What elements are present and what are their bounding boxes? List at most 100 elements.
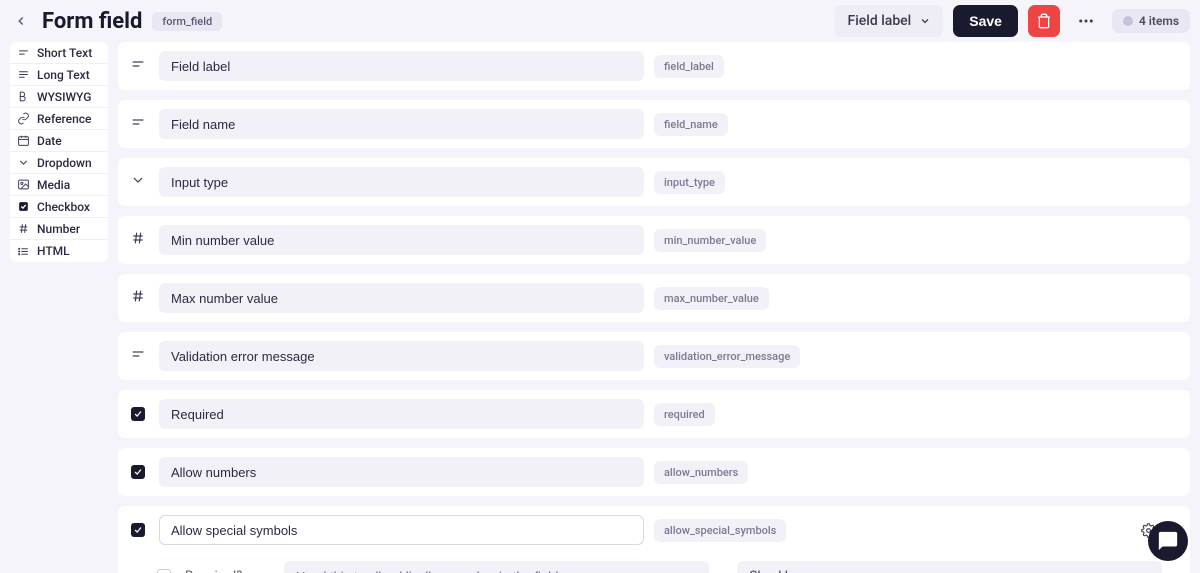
back-button[interactable] — [10, 10, 32, 32]
list-icon — [16, 244, 30, 258]
short-text-icon — [130, 346, 146, 366]
field-slug-tag: min_number_value — [654, 229, 766, 252]
drag-handle[interactable] — [127, 114, 149, 134]
checkbox-icon — [16, 200, 30, 214]
field-slug-tag: field_label — [654, 55, 724, 78]
drag-handle[interactable] — [127, 230, 149, 250]
field-type-select[interactable]: Checkbox — [737, 561, 1162, 573]
fields-list: field_label field_name input_type min_nu… — [118, 42, 1190, 573]
sidebar-item-number[interactable]: Number — [10, 218, 108, 240]
trash-icon — [1036, 13, 1052, 29]
short-text-icon — [16, 46, 30, 60]
field-label-input[interactable] — [159, 283, 644, 313]
items-count-badge[interactable]: 4 items — [1112, 9, 1190, 33]
sidebar-item-label: Long Text — [37, 68, 90, 82]
chat-widget[interactable] — [1148, 521, 1188, 561]
chat-icon — [1157, 530, 1179, 552]
sidebar-item-checkbox[interactable]: Checkbox — [10, 196, 108, 218]
field-card: allow_special_symbols Required? Checkbox — [118, 506, 1190, 573]
field-type-sidebar: Short Text Long Text WYSIWYG Reference D… — [10, 42, 108, 262]
field-label-input[interactable] — [159, 109, 644, 139]
drag-handle[interactable] — [127, 56, 149, 76]
drag-handle[interactable] — [127, 462, 149, 482]
items-count-text: 4 items — [1139, 14, 1179, 28]
drag-handle[interactable] — [127, 520, 149, 540]
model-slug-tag: form_field — [152, 12, 222, 31]
dots-horizontal-icon — [1077, 12, 1095, 30]
field-slug-tag: field_name — [654, 113, 728, 136]
sidebar-item-wysiwyg[interactable]: WYSIWYG — [10, 86, 108, 108]
chevron-down-icon — [130, 172, 146, 192]
checkbox-icon — [131, 465, 145, 479]
field-card: field_label — [118, 42, 1190, 90]
field-card: required — [118, 390, 1190, 438]
sidebar-item-label: HTML — [37, 244, 70, 258]
field-label-input[interactable] — [159, 457, 644, 487]
field-card: validation_error_message — [118, 332, 1190, 380]
sort-dropdown[interactable]: Field label — [835, 5, 943, 37]
sidebar-item-label: Number — [37, 222, 80, 236]
link-icon — [16, 112, 30, 126]
sidebar-item-date[interactable]: Date — [10, 130, 108, 152]
field-slug-tag: allow_numbers — [654, 461, 748, 484]
drag-handle[interactable] — [127, 172, 149, 192]
field-card: min_number_value — [118, 216, 1190, 264]
sidebar-item-label: Checkbox — [37, 200, 90, 214]
checkbox-icon — [131, 523, 145, 537]
sidebar-item-long-text[interactable]: Long Text — [10, 64, 108, 86]
required-label: Required? — [185, 569, 270, 573]
short-text-icon — [130, 114, 146, 134]
sidebar-item-label: Short Text — [37, 46, 92, 60]
sidebar-item-dropdown[interactable]: Dropdown — [10, 152, 108, 174]
header: Form field form_field Field label Save 4… — [0, 0, 1200, 42]
required-checkbox[interactable] — [157, 569, 171, 573]
calendar-icon — [16, 134, 30, 148]
sidebar-item-reference[interactable]: Reference — [10, 108, 108, 130]
chevron-down-icon — [16, 156, 30, 170]
field-card: input_type — [118, 158, 1190, 206]
status-dot-icon — [1123, 16, 1133, 26]
sidebar-item-short-text[interactable]: Short Text — [10, 42, 108, 64]
drag-handle[interactable] — [127, 404, 149, 424]
save-button[interactable]: Save — [953, 5, 1018, 37]
field-card: allow_numbers — [118, 448, 1190, 496]
field-label-input[interactable] — [159, 515, 644, 545]
chevron-down-icon — [919, 15, 931, 27]
sidebar-item-label: Reference — [37, 112, 91, 126]
field-slug-tag: max_number_value — [654, 287, 769, 310]
short-text-icon — [130, 56, 146, 76]
sidebar-item-label: Media — [37, 178, 70, 192]
checkbox-icon — [131, 407, 145, 421]
delete-button[interactable] — [1028, 5, 1060, 37]
field-label-input[interactable] — [159, 225, 644, 255]
hash-icon — [16, 222, 30, 236]
hash-icon — [130, 230, 146, 250]
field-settings-panel: Required? Checkbox Default value The che… — [127, 561, 1181, 573]
field-card: max_number_value — [118, 274, 1190, 322]
sidebar-item-html[interactable]: HTML — [10, 240, 108, 262]
field-description-input[interactable] — [284, 561, 709, 573]
field-card: field_name — [118, 100, 1190, 148]
more-button[interactable] — [1070, 5, 1102, 37]
field-label-input[interactable] — [159, 341, 644, 371]
sidebar-item-media[interactable]: Media — [10, 174, 108, 196]
field-label-input[interactable] — [159, 51, 644, 81]
drag-handle[interactable] — [127, 346, 149, 366]
sidebar-item-label: Date — [37, 134, 62, 148]
hash-icon — [130, 288, 146, 308]
sidebar-item-label: Dropdown — [37, 156, 92, 170]
long-text-icon — [16, 68, 30, 82]
page-title: Form field — [42, 9, 142, 34]
sidebar-item-label: WYSIWYG — [37, 90, 91, 104]
field-slug-tag: required — [654, 403, 715, 426]
field-label-input[interactable] — [159, 167, 644, 197]
drag-handle[interactable] — [127, 288, 149, 308]
field-label-input[interactable] — [159, 399, 644, 429]
wysiwyg-icon — [16, 90, 30, 104]
sort-dropdown-label: Field label — [847, 13, 911, 29]
field-type-selected: Checkbox — [749, 569, 806, 573]
field-slug-tag: allow_special_symbols — [654, 519, 786, 542]
field-slug-tag: input_type — [654, 171, 725, 194]
image-icon — [16, 178, 30, 192]
field-slug-tag: validation_error_message — [654, 345, 800, 368]
